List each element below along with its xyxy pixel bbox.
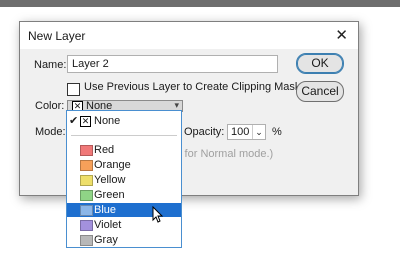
- color-option-label: Gray: [94, 234, 118, 246]
- green-swatch: [80, 190, 93, 201]
- yellow-swatch: [80, 175, 93, 186]
- name-label: Name:: [34, 59, 67, 71]
- opacity-input[interactable]: 100 ⌄: [227, 124, 266, 140]
- mode-label: Mode:: [35, 126, 66, 138]
- color-option-label: Yellow: [94, 174, 126, 186]
- clipping-mask-label: Use Previous Layer to Create Clipping Ma…: [84, 81, 301, 93]
- ok-button[interactable]: OK: [296, 53, 344, 74]
- clipping-mask-checkbox[interactable]: [67, 83, 80, 96]
- layer-name-input[interactable]: Layer 2: [67, 55, 278, 73]
- opacity-unit: %: [272, 126, 282, 138]
- color-option-gray[interactable]: Gray: [67, 233, 181, 247]
- gray-swatch: [80, 235, 93, 246]
- color-option-yellow[interactable]: Yellow: [67, 173, 181, 187]
- app-top-bar: [0, 0, 400, 7]
- violet-swatch: [80, 220, 93, 231]
- dialog-titlebar: New Layer ✕: [20, 22, 358, 49]
- opacity-value: 100: [231, 126, 250, 138]
- orange-swatch: [80, 160, 93, 171]
- menu-divider: [71, 135, 177, 136]
- color-option-orange[interactable]: Orange: [67, 158, 181, 172]
- color-option-label: Green: [94, 189, 125, 201]
- color-option-none[interactable]: ✔ ✕ None: [67, 114, 181, 128]
- color-dropdown-menu: ✔ ✕ None Red Orange Yellow Green Blue Vi…: [66, 110, 182, 248]
- color-option-green[interactable]: Green: [67, 188, 181, 202]
- dialog-title: New Layer: [28, 29, 86, 43]
- close-icon[interactable]: ✕: [335, 28, 348, 43]
- color-option-red[interactable]: Red: [67, 143, 181, 157]
- color-option-label: None: [94, 115, 121, 127]
- color-option-label: Violet: [94, 219, 122, 231]
- mouse-pointer-icon: [152, 206, 164, 223]
- opacity-chevron-icon[interactable]: ⌄: [252, 125, 265, 139]
- color-option-label: Blue: [94, 204, 117, 216]
- color-option-label: Orange: [94, 159, 131, 171]
- cancel-button[interactable]: Cancel: [296, 81, 344, 102]
- blue-swatch: [80, 205, 93, 216]
- opacity-label: Opacity:: [184, 126, 225, 138]
- red-swatch: [80, 145, 93, 156]
- checkmark-icon: ✔: [69, 115, 79, 127]
- none-swatch-icon: ✕: [80, 116, 91, 127]
- color-option-label: Red: [94, 144, 115, 156]
- mode-hint-text: s for Normal mode.): [176, 148, 274, 160]
- color-label: Color:: [35, 100, 65, 112]
